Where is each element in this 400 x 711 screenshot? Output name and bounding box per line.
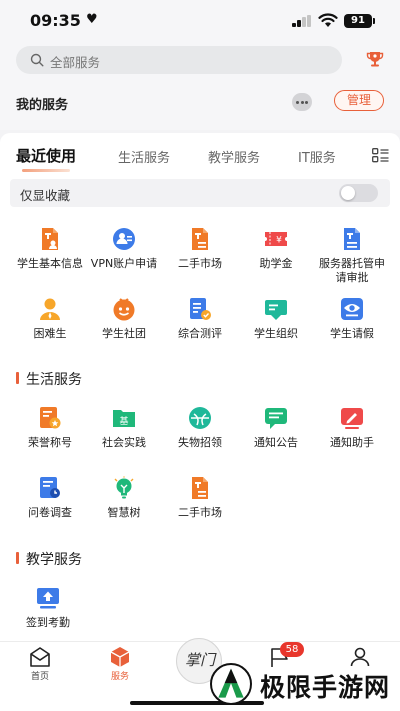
nav-services[interactable]: 服务 — [98, 646, 142, 682]
student-info-icon — [38, 227, 62, 251]
favorites-only-label: 仅显收藏 — [20, 188, 71, 203]
nav-home-label: 首页 — [30, 672, 49, 682]
status-bar: 09:35 ♥ 91 — [0, 0, 400, 42]
heart-icon: ♥ — [86, 12, 98, 27]
server-doc-icon — [340, 227, 364, 251]
active-tab-indicator — [22, 169, 70, 172]
svg-text:¥: ¥ — [276, 236, 282, 246]
check-in-icon — [36, 586, 60, 610]
favorites-only-toggle[interactable] — [339, 184, 378, 202]
service-label: 学生社团 — [102, 327, 146, 340]
service-cube-icon — [109, 646, 131, 668]
service-label: 问卷调查 — [28, 506, 72, 519]
notify-assistant-icon — [340, 406, 364, 430]
service-label: 综合测评 — [178, 327, 222, 340]
service-label: 失物招领 — [178, 436, 222, 449]
nav-home[interactable]: 首页 — [18, 646, 62, 682]
services-panel: 最近使用 生活服务 教学服务 IT服务 仅显收藏 学生基本信息 VPN账户申请 — [0, 133, 400, 643]
watermark-text: 极限手游网 — [260, 673, 391, 702]
service-label: 困难生 — [33, 327, 67, 340]
service-label: 学生组织 — [254, 327, 298, 340]
grid-menu-icon[interactable] — [372, 148, 389, 163]
person-icon — [38, 297, 62, 321]
section-marker — [16, 552, 19, 564]
header: 全部服务 我的服务 管理 — [0, 42, 400, 130]
notice-chat-icon — [264, 406, 288, 430]
my-services-title: 我的服务 — [16, 98, 69, 113]
club-icon — [112, 297, 136, 321]
toggle-knob — [341, 186, 355, 200]
service-label: 学生基本信息 — [17, 257, 83, 270]
search-input[interactable]: 全部服务 — [16, 46, 342, 74]
tab-recent[interactable]: 最近使用 — [16, 145, 76, 166]
section-title-teaching: 教学服务 — [26, 552, 82, 568]
grant-ticket-icon: ¥ — [264, 227, 288, 251]
service-label: 二手市场 — [178, 506, 222, 519]
status-time: 09:35 — [30, 11, 81, 30]
section-marker — [16, 372, 19, 384]
trophy-icon[interactable] — [366, 50, 384, 68]
favorites-only-row: 仅显收藏 — [10, 179, 390, 207]
battery-indicator: 91 — [344, 14, 375, 28]
evaluation-icon — [188, 297, 212, 321]
second-hand-icon — [188, 227, 212, 251]
service-label: 通知公告 — [254, 436, 298, 449]
search-placeholder: 全部服务 — [50, 55, 101, 70]
practice-folder-icon: 基 — [112, 406, 136, 430]
service-label: 二手市场 — [178, 257, 222, 270]
service-label: 社会实践 — [102, 436, 146, 449]
notification-badge: 58 — [280, 642, 304, 657]
wifi-icon — [318, 13, 338, 27]
honor-icon — [38, 406, 62, 430]
bulb-icon — [112, 476, 136, 500]
service-label: 助学金 — [259, 257, 293, 270]
watermark-logo-icon — [210, 663, 252, 705]
svg-text:基: 基 — [119, 415, 128, 427]
second-hand-icon — [188, 476, 212, 500]
tab-life-services[interactable]: 生活服务 — [118, 147, 170, 166]
organization-icon — [264, 297, 288, 321]
nav-services-label: 服务 — [110, 672, 129, 682]
survey-icon — [38, 476, 62, 500]
tab-teaching-services[interactable]: 教学服务 — [208, 147, 260, 166]
home-icon — [29, 646, 51, 668]
search-icon — [30, 53, 44, 67]
watermark: 极限手游网 — [210, 663, 396, 705]
tab-it-services[interactable]: IT服务 — [298, 147, 336, 166]
service-label: 签到考勤 — [26, 616, 70, 629]
signal-icon — [292, 15, 312, 27]
more-options-button[interactable] — [292, 93, 312, 111]
service-label: VPN账户申请 — [90, 257, 158, 270]
manage-button[interactable]: 管理 — [334, 90, 384, 111]
service-label: 学生请假 — [330, 327, 374, 340]
category-tabs: 最近使用 生活服务 教学服务 IT服务 — [0, 143, 400, 177]
service-label: 通知助手 — [330, 436, 374, 449]
leave-eye-icon — [340, 297, 364, 321]
service-label: 服务器托管申请审批 — [319, 257, 385, 284]
lost-found-icon — [188, 406, 212, 430]
vpn-user-icon — [112, 227, 136, 251]
service-label: 智慧树 — [107, 506, 141, 519]
section-title-life: 生活服务 — [26, 372, 82, 388]
service-label: 荣誉称号 — [28, 436, 72, 449]
